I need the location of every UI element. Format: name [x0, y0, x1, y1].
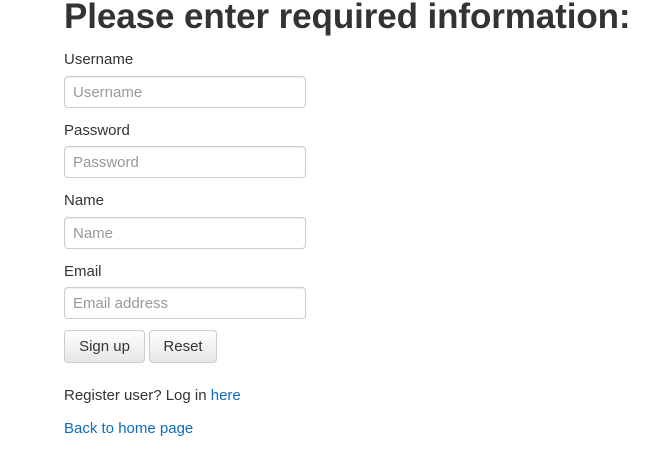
reset-button[interactable]: Reset: [149, 330, 217, 363]
email-label: Email: [64, 263, 102, 280]
username-input[interactable]: [64, 76, 306, 108]
registration-page: Please enter required information: Usern…: [0, 0, 656, 461]
sign-up-button[interactable]: Sign up: [64, 330, 145, 363]
page-title: Please enter required information:: [64, 0, 631, 36]
username-label: Username: [64, 51, 134, 68]
password-label: Password: [64, 122, 130, 139]
password-input[interactable]: [64, 146, 306, 178]
login-here-link[interactable]: here: [211, 387, 241, 404]
name-input[interactable]: [64, 217, 306, 249]
back-to-home-link[interactable]: Back to home page: [64, 420, 193, 437]
email-input[interactable]: [64, 287, 306, 319]
name-label: Name: [64, 192, 105, 209]
login-prompt-text: Register user? Log in: [64, 387, 211, 404]
login-prompt: Register user? Log in here: [64, 387, 241, 404]
home-link-row: Back to home page: [64, 420, 193, 437]
